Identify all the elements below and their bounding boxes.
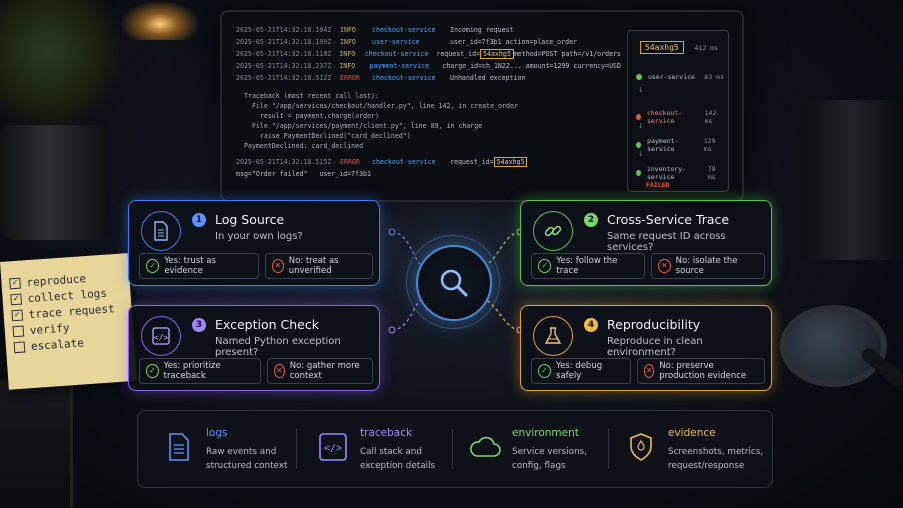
shield-icon [624,429,658,465]
code-icon: </> [316,429,350,465]
connector-dot [388,228,396,236]
card-title: Log Source [215,212,285,227]
legend-title: logs [206,427,228,439]
document-icon [162,429,196,465]
legend-title: environment [512,427,579,439]
decision-card-log-source: 1 Log Source In your own logs? ✓ Yes: tru… [128,200,380,286]
step-number: 2 [584,213,598,227]
legend-description: Screenshots, metrics, request/response [668,447,764,471]
legend-item-environment: environment Service versions, config, fla… [468,425,618,477]
x-icon: ✕ [274,364,285,378]
decision-card-exception-check: </> 3 Exception Check Named Python excep… [128,305,380,391]
divider [452,429,453,469]
card-question: Reproduce in clean environment? [607,336,703,358]
card-title: Cross-Service Trace [607,212,730,227]
divider [608,429,609,469]
decision-card-reproducibility: 4 Reproducibility Reproduce in clean env… [520,305,772,391]
link-icon [533,211,573,251]
svg-text:</>: </> [324,443,342,454]
legend-item-logs: logs Raw events and structured context [162,425,312,477]
legend-description: Service versions, config, flags [512,447,587,471]
card-title: Exception Check [215,317,319,332]
yes-option[interactable]: ✓ Yes: debug safely [531,358,631,384]
yes-option[interactable]: ✓ Yes: prioritize traceback [139,358,261,384]
legend-title: evidence [668,427,716,439]
check-icon: ✓ [538,259,552,273]
check-icon: ✓ [146,364,159,378]
x-icon: ✕ [658,259,671,273]
flask-icon [533,316,573,356]
evidence-legend: logs Raw events and structured context </… [137,410,773,488]
x-icon: ✕ [272,259,284,273]
connector-dot [388,326,396,334]
cloud-icon [468,429,502,465]
card-question: Named Python exception present? [215,336,341,358]
hub-node [416,245,492,321]
legend-description: Call stack and exception details [360,447,436,471]
card-question: In your own logs? [215,231,303,242]
card-question: Same request ID across services? [607,231,726,253]
divider [296,429,297,469]
no-option[interactable]: ✕ No: treat as unverified [265,253,373,279]
yes-option[interactable]: ✓ Yes: follow the trace [531,253,645,279]
step-number: 4 [584,318,598,332]
no-option[interactable]: ✕ No: isolate the source [651,253,765,279]
legend-description: Raw events and structured context [206,447,288,471]
no-option[interactable]: ✕ No: gather more context [267,358,373,384]
step-number: 1 [192,213,206,227]
legend-item-traceback: </> traceback Call stack and exception de… [316,425,466,477]
legend-title: traceback [360,427,413,439]
card-title: Reproducibility [607,317,701,332]
document-icon [141,211,181,251]
decision-card-cross-service-trace: 2 Cross-Service Trace Same request ID ac… [520,200,772,286]
legend-item-evidence: evidence Screenshots, metrics, request/re… [624,425,774,477]
code-icon: </> [141,316,181,356]
x-icon: ✕ [644,364,655,378]
check-icon: ✓ [146,259,160,273]
step-number: 3 [192,318,206,332]
no-option[interactable]: ✕ No: preserve production evidence [637,358,765,384]
check-icon: ✓ [538,364,552,378]
magnifier-icon [440,269,468,297]
yes-option[interactable]: ✓ Yes: trust as evidence [139,253,259,279]
svg-text:</>: </> [154,333,169,342]
